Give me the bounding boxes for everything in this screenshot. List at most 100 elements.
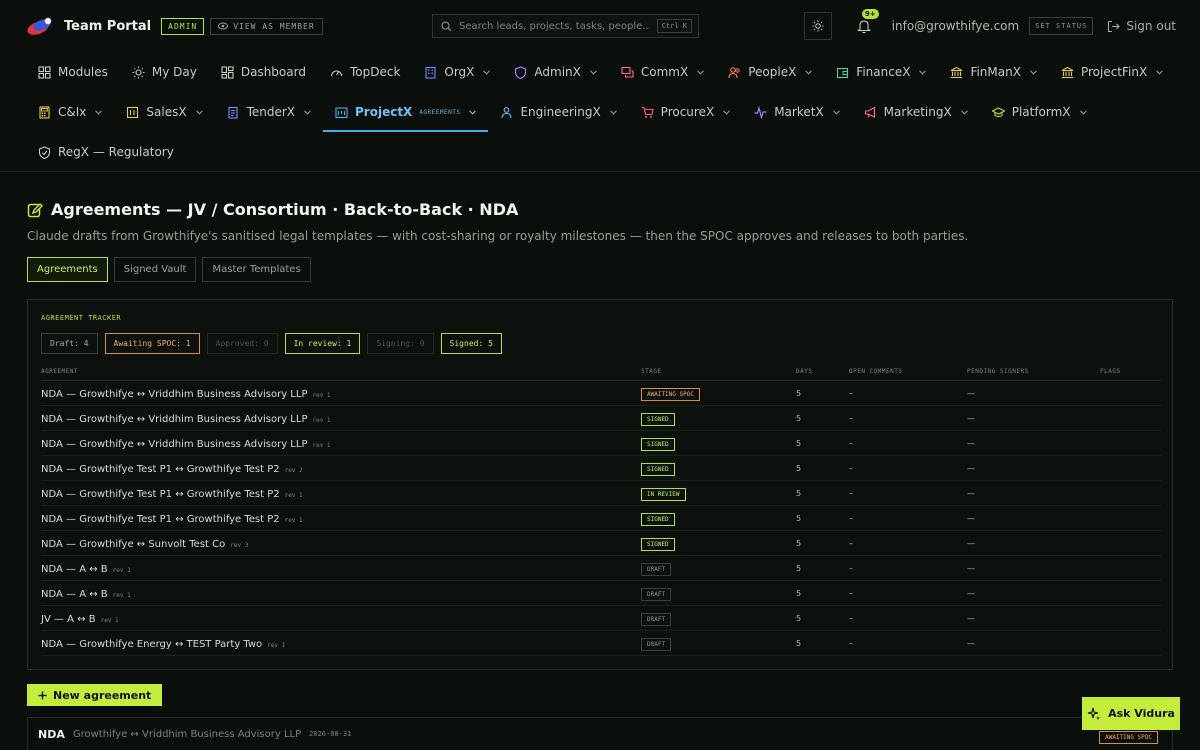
stage-cell: SIGNED <box>641 435 796 451</box>
nav-item-financex[interactable]: FinanceX <box>824 52 938 92</box>
chevron-down-icon <box>1079 109 1087 115</box>
agreement-card[interactable]: NDA Growthifye ↔ Vriddhim Business Advis… <box>27 717 1173 750</box>
nav-item-projectx[interactable]: ProjectX AGREEMENTS <box>323 92 489 132</box>
agreement-name[interactable]: NDA — A ↔ B <box>41 589 108 600</box>
nav-item-modules[interactable]: Modules <box>26 52 120 92</box>
chevron-down-icon <box>960 109 968 115</box>
nav-item-peoplex[interactable]: PeopleX <box>716 52 824 92</box>
column-header-stage: STAGE <box>641 367 662 375</box>
agreement-tracker-panel: AGREEMENT TRACKER Draft: 4 Awaiting SPOC:… <box>27 299 1173 670</box>
sparkle-icon <box>1087 707 1101 720</box>
table-row[interactable]: NDA — Growthifye Test P1 ↔ Growthifye Te… <box>41 481 1161 506</box>
nav-item-marketingx[interactable]: MarketingX <box>852 92 980 132</box>
table-row[interactable]: NDA — Growthifye Test P1 ↔ Growthifye Te… <box>41 506 1161 531</box>
table-row[interactable]: NDA — Growthifye Test P1 ↔ Growthifye Te… <box>41 456 1161 481</box>
pending-signers-cell: — <box>967 513 975 523</box>
agreement-card-date: 2026-08-31 <box>309 730 352 738</box>
agreement-name[interactable]: NDA — Growthifye ↔ Vriddhim Business Adv… <box>41 414 307 425</box>
tab-signed-vault[interactable]: Signed Vault <box>113 257 197 282</box>
table-row[interactable]: NDA — Growthifye ↔ Sunvolt Test Co rev 3 … <box>41 531 1161 556</box>
nav-item-label: Dashboard <box>240 65 306 79</box>
agreement-name[interactable]: JV — A ↔ B <box>41 614 96 625</box>
nav-item-procurex[interactable]: ProcureX <box>629 92 743 132</box>
graduation-icon <box>991 106 1005 117</box>
pending-signers-cell: — <box>967 388 975 398</box>
new-agreement-button[interactable]: New agreement <box>27 684 163 706</box>
brand[interactable]: Team Portal <box>26 16 151 36</box>
table-row[interactable]: NDA — Growthifye ↔ Vriddhim Business Adv… <box>41 406 1161 431</box>
nav-item-finmanx[interactable]: FinManX <box>938 52 1049 92</box>
tab-master-templates[interactable]: Master Templates <box>202 257 311 282</box>
stage-filter-chip[interactable]: Signing: 0 <box>367 333 434 354</box>
stage-cell: SIGNED <box>641 535 796 551</box>
nav-item-my-day[interactable]: My Day <box>120 52 209 92</box>
nav-item-marketx[interactable]: MarketX <box>742 92 851 132</box>
set-status-button[interactable]: SET STATUS <box>1029 17 1094 35</box>
stage-filter-chip[interactable]: In review: 1 <box>284 333 361 354</box>
nav-item-label: ProcureX <box>660 105 715 119</box>
stage-badge: SIGNED <box>641 538 675 551</box>
bank-icon <box>951 66 963 78</box>
nav-item-salesx[interactable]: SalesX <box>114 92 214 132</box>
tab-agreements[interactable]: Agreements <box>27 257 108 282</box>
table-row[interactable]: NDA — Growthifye Energy ↔ TEST Party Two… <box>41 631 1161 656</box>
search-input[interactable]: Search leads, projects, tasks, people...… <box>432 14 699 38</box>
view-as-member-button[interactable]: VIEW AS MEMBER <box>210 17 323 35</box>
table-row[interactable]: NDA — A ↔ B rev 1 DRAFT 5 – — <box>41 556 1161 581</box>
bell-icon <box>856 20 871 34</box>
agreement-revision: rev 1 <box>267 642 286 649</box>
nav-item-label: OrgX <box>444 65 475 79</box>
nav-item-label: My Day <box>151 65 197 79</box>
nav-item-label: CommX <box>640 65 689 79</box>
nav-item-adminx[interactable]: AdminX <box>502 52 608 92</box>
theme-toggle-button[interactable] <box>803 12 832 40</box>
agreement-name[interactable]: NDA — Growthifye ↔ Sunvolt Test Co <box>41 539 225 550</box>
chevron-down-icon <box>304 109 311 115</box>
ask-vidura-button[interactable]: Ask Vidura <box>1082 697 1180 730</box>
table-row[interactable]: NDA — Growthifye ↔ Vriddhim Business Adv… <box>41 431 1161 456</box>
stage-filter-chip[interactable]: Awaiting SPOC: 1 <box>104 333 200 354</box>
nav-item-topdeck[interactable]: TopDeck <box>318 52 412 92</box>
open-comments-cell: – <box>849 538 853 548</box>
nav-item-label: ProjectX <box>355 105 413 119</box>
nav-item-tenderx[interactable]: TenderX <box>215 92 323 132</box>
pending-signers-cell: — <box>967 438 975 448</box>
table-row[interactable]: NDA — Growthifye ↔ Vriddhim Business Adv… <box>41 381 1161 406</box>
nav-item-orgx[interactable]: OrgX <box>412 52 502 92</box>
stage-badge: SIGNED <box>641 463 675 476</box>
notifications-button[interactable]: 9+ <box>850 9 879 40</box>
dashboard-icon <box>221 65 234 79</box>
stage-cell: IN REVIEW <box>641 485 796 501</box>
pulse-icon <box>754 105 767 119</box>
brand-logo-icon <box>26 16 54 36</box>
agreement-name[interactable]: NDA — Growthifye ↔ Vriddhim Business Adv… <box>41 389 307 400</box>
nav-item-commx[interactable]: CommX <box>609 52 716 92</box>
agreement-name[interactable]: NDA — Growthifye Test P1 ↔ Growthifye Te… <box>41 514 280 525</box>
nav-item-label: RegX — Regulatory <box>58 145 174 159</box>
search-shortcut: Ctrl K <box>656 19 692 33</box>
nav-item-regx-regulatory[interactable]: RegX — Regulatory <box>26 132 186 172</box>
agreement-name[interactable]: NDA — A ↔ B <box>41 564 108 575</box>
agreement-name[interactable]: NDA — Growthifye Test P1 ↔ Growthifye Te… <box>41 464 280 475</box>
stage-filter-chip[interactable]: Signed: 5 <box>440 333 502 354</box>
agreement-name[interactable]: NDA — Growthifye Energy ↔ TEST Party Two <box>41 639 262 650</box>
agreement-name[interactable]: NDA — Growthifye ↔ Vriddhim Business Adv… <box>41 439 307 450</box>
open-comments-cell: – <box>849 513 853 523</box>
stage-filter-chips: Draft: 4 Awaiting SPOC: 1 Approved: 0 In re… <box>41 333 502 354</box>
nav-item-projectfinx[interactable]: ProjectFinX <box>1049 52 1175 92</box>
agreement-cell: NDA — Growthifye Energy ↔ TEST Party Two… <box>41 636 641 650</box>
table-row[interactable]: JV — A ↔ B rev 1 DRAFT 5 – — <box>41 606 1161 631</box>
open-comments-cell: – <box>849 463 853 473</box>
stage-filter-chip[interactable]: Draft: 4 <box>41 333 98 354</box>
agreement-name[interactable]: NDA — Growthifye Test P1 ↔ Growthifye Te… <box>41 489 280 500</box>
nav-item-c-ix[interactable]: C&Ix <box>26 92 114 132</box>
table-row[interactable]: NDA — A ↔ B rev 1 DRAFT 5 – — <box>41 581 1161 606</box>
nav-item-dashboard[interactable]: Dashboard <box>209 52 318 92</box>
stage-filter-chip[interactable]: Approved: 0 <box>206 333 278 354</box>
days-cell: 5 <box>796 538 802 548</box>
chevron-down-icon <box>919 69 927 75</box>
nav-item-engineeringx[interactable]: EngineeringX <box>488 92 628 132</box>
user-email[interactable]: info@growthifye.com <box>892 19 1020 33</box>
nav-item-platformx[interactable]: PlatformX <box>980 92 1099 132</box>
sign-out-button[interactable]: Sign out <box>1107 19 1176 33</box>
